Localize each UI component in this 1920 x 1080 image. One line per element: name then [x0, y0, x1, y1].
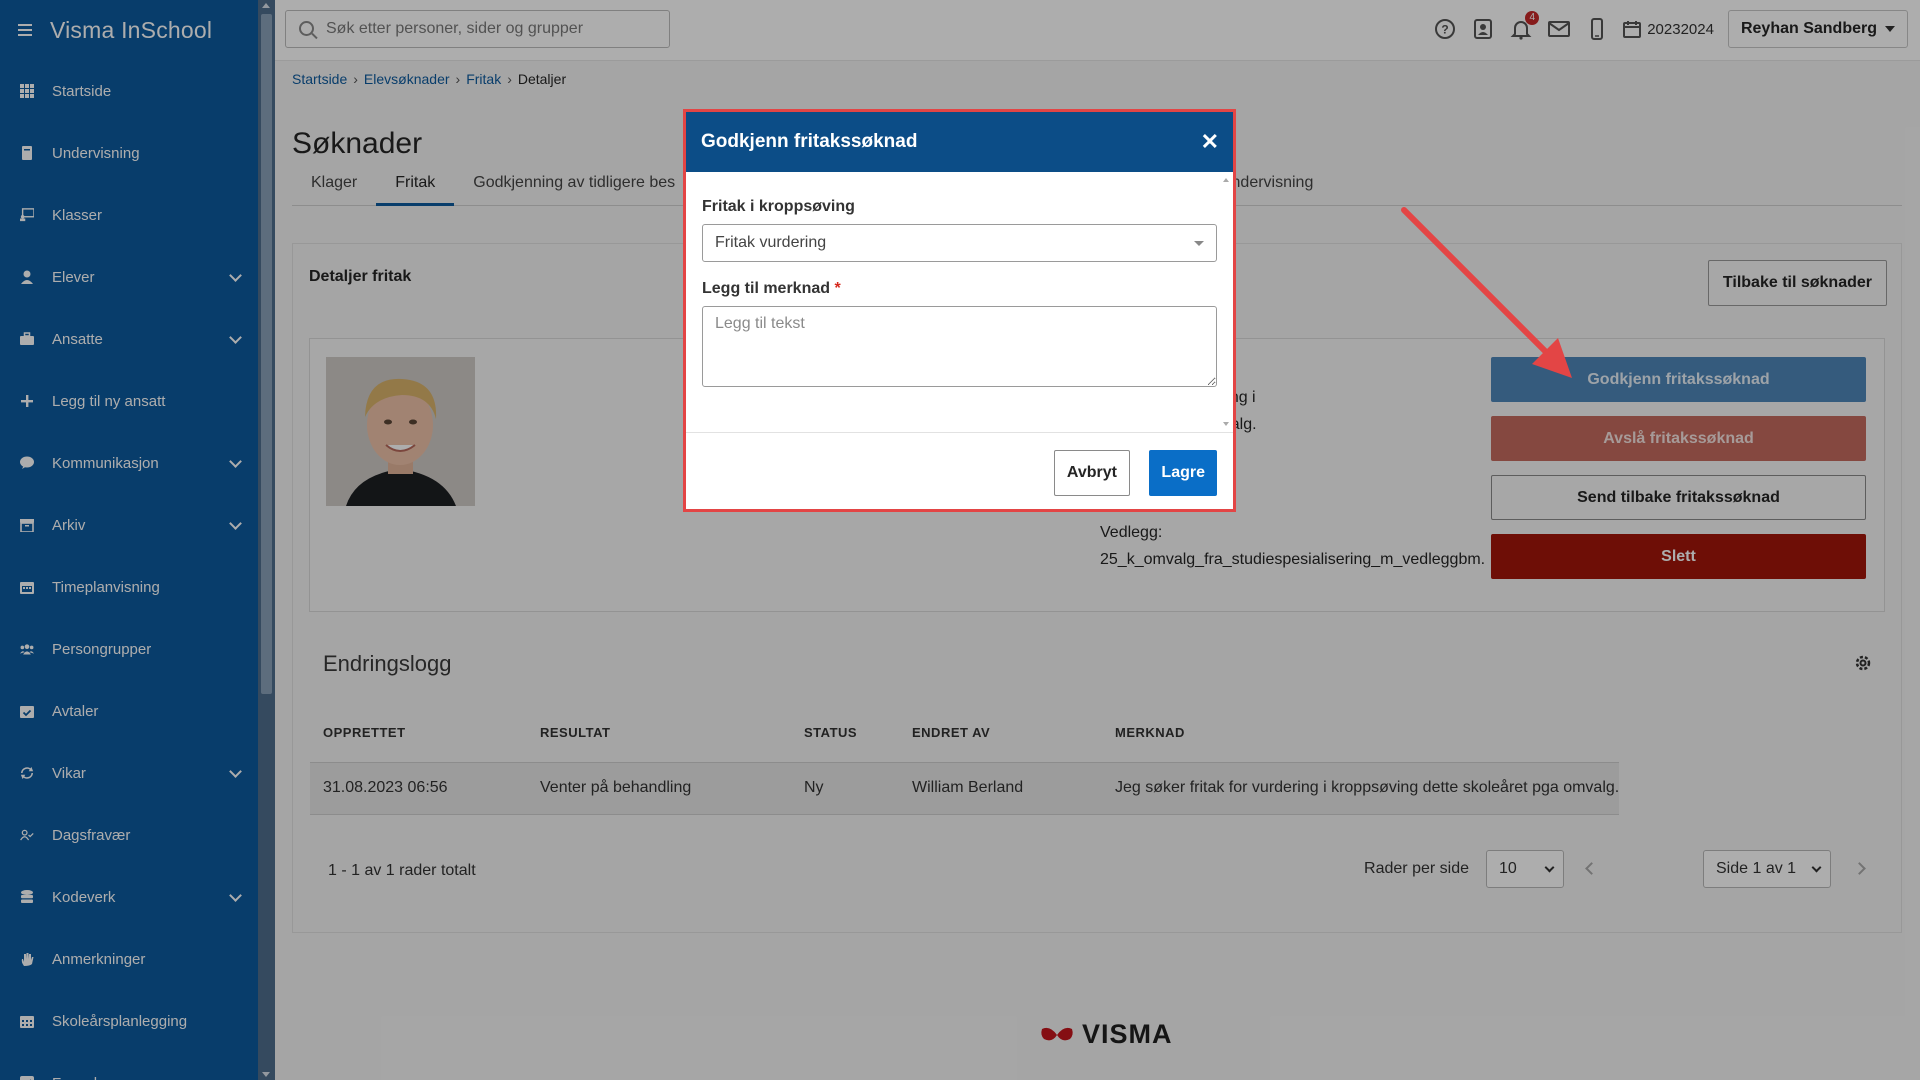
dialog-scrollbar[interactable]	[1221, 172, 1231, 432]
close-icon[interactable]: ✕	[1201, 129, 1219, 155]
exemption-type-value: Fritak vurdering	[715, 234, 827, 251]
chevron-down-icon	[1194, 241, 1204, 246]
exemption-type-label: Fritak i kroppsøving	[702, 198, 855, 215]
dialog-header: Godkjenn fritakssøknad ✕	[686, 112, 1233, 172]
cancel-button[interactable]: Avbryt	[1053, 450, 1130, 496]
exemption-type-select[interactable]: Fritak vurdering	[702, 224, 1217, 262]
required-marker: *	[834, 280, 841, 297]
approve-exemption-dialog: Godkjenn fritakssøknad ✕ Fritak i kropps…	[683, 109, 1236, 512]
remark-label: Legg til merknad *	[702, 280, 1217, 298]
remark-label-text: Legg til merknad	[702, 280, 831, 297]
dialog-title: Godkjenn fritakssøknad	[701, 131, 918, 152]
remark-textarea[interactable]	[702, 306, 1217, 387]
scroll-up-icon[interactable]	[1223, 178, 1229, 182]
dialog-footer: Avbryt Lagre	[686, 432, 1233, 509]
dialog-body: Fritak i kroppsøving Fritak vurdering Le…	[686, 172, 1233, 432]
save-button[interactable]: Lagre	[1149, 450, 1217, 496]
scroll-down-icon[interactable]	[1223, 422, 1229, 426]
